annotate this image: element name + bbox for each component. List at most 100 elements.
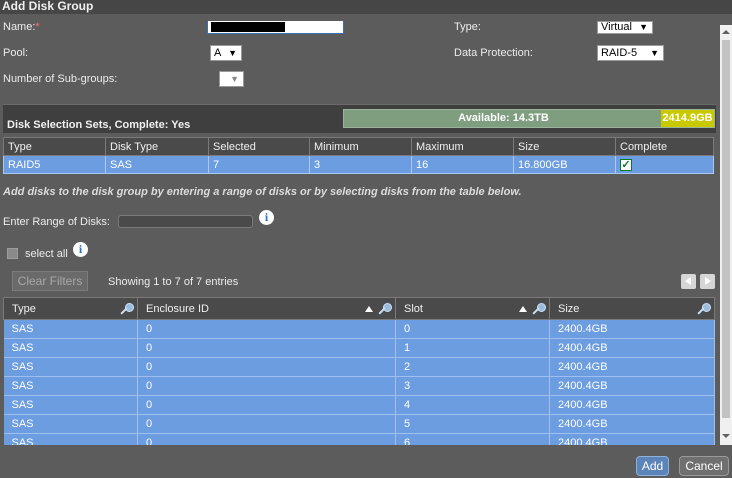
disk-selection-title: Disk Selection Sets, Complete: Yes <box>7 119 191 131</box>
disks-table-container[interactable]: Type Enclosure ID Slot Size SAS 0 0 2400… <box>3 297 715 445</box>
select-all-label: select all <box>25 248 68 260</box>
table-row[interactable]: SAS 0 6 2400.4GB <box>3 433 715 445</box>
column-header[interactable]: Minimum <box>309 137 412 156</box>
cell-size: 2400.4GB <box>549 357 715 377</box>
required-marker: * <box>35 21 40 33</box>
cell-selected: 7 <box>208 155 310 174</box>
cell-complete: ✓ <box>615 155 714 174</box>
table-row[interactable]: SAS 0 0 2400.4GB <box>3 319 715 339</box>
cell-size: 2400.4GB <box>549 395 715 415</box>
cell-size: 2400.4GB <box>549 338 715 358</box>
filter-pin-icon[interactable] <box>377 302 392 316</box>
column-header[interactable]: Size <box>513 137 616 156</box>
cell-type: SAS <box>3 338 138 358</box>
info-icon[interactable]: i <box>259 210 274 225</box>
filter-pin-icon[interactable] <box>696 302 711 316</box>
column-header[interactable]: Selected <box>208 137 310 156</box>
cell-type: RAID5 <box>3 155 106 174</box>
filter-pin-icon[interactable] <box>119 302 134 316</box>
info-icon[interactable]: i <box>73 242 88 257</box>
subgroups-label: Number of Sub-groups: <box>3 73 118 85</box>
cell-size: 2400.4GB <box>549 433 715 445</box>
subgroups-select[interactable]: ▼ <box>219 71 244 87</box>
cell-size: 2400.4GB <box>549 376 715 396</box>
disks-table: Type Enclosure ID Slot Size SAS 0 0 2400… <box>3 297 715 445</box>
table-row[interactable]: RAID5 SAS 7 3 16 16.800GB ✓ <box>3 155 714 174</box>
sort-asc-icon <box>365 306 373 312</box>
cell-enclosure: 0 <box>137 376 396 396</box>
cell-enclosure: 0 <box>137 357 396 377</box>
cell-slot: 3 <box>395 376 550 396</box>
entries-count: Showing 1 to 7 of 7 entries <box>108 276 239 288</box>
filter-pin-icon[interactable] <box>531 302 546 316</box>
available-text: Available: 14.3TB <box>458 112 549 124</box>
range-input[interactable] <box>118 215 253 228</box>
column-header[interactable]: Complete <box>615 137 714 156</box>
pool-label: Pool: <box>3 47 29 59</box>
column-header[interactable]: Enclosure ID <box>137 297 396 320</box>
cell-enclosure: 0 <box>137 395 396 415</box>
cell-enclosure: 0 <box>137 433 396 445</box>
cell-maximum: 16 <box>411 155 514 174</box>
chevron-down-icon: ▼ <box>650 48 659 58</box>
next-page-icon[interactable] <box>700 274 715 289</box>
used-capacity: 2414.9GB <box>661 110 714 127</box>
dialog-title: Add Disk Group <box>0 0 732 14</box>
cell-slot: 6 <box>395 433 550 445</box>
table-row[interactable]: SAS 0 3 2400.4GB <box>3 376 715 396</box>
chevron-down-icon: ▼ <box>639 22 648 32</box>
select-all-checkbox[interactable] <box>7 248 18 259</box>
instruction-text: Add disks to the disk group by entering … <box>3 186 522 198</box>
column-header-label: Size <box>558 302 580 315</box>
add-button[interactable]: Add <box>636 456 669 476</box>
column-header[interactable]: Disk Type <box>105 137 209 156</box>
column-header-label: Enclosure ID <box>146 302 209 315</box>
cell-slot: 1 <box>395 338 550 358</box>
cell-type: SAS <box>3 357 138 377</box>
cell-disk-type: SAS <box>105 155 209 174</box>
cell-slot: 0 <box>395 319 550 339</box>
cell-type: SAS <box>3 414 138 434</box>
cell-size: 2400.4GB <box>549 414 715 434</box>
cell-enclosure: 0 <box>137 338 396 358</box>
data-protection-value: RAID-5 <box>601 47 638 59</box>
disk-selection-header: Disk Selection Sets, Complete: Yes Avail… <box>3 104 716 133</box>
column-header[interactable]: Slot <box>395 297 550 320</box>
disk-selection-table: Type Disk Type Selected Minimum Maximum … <box>3 137 714 174</box>
chevron-down-icon: ▼ <box>228 48 237 58</box>
table-row[interactable]: SAS 0 1 2400.4GB <box>3 338 715 358</box>
range-label: Enter Range of Disks: <box>3 216 110 228</box>
pool-select-value: A <box>214 47 222 59</box>
table-row[interactable]: SAS 0 2 2400.4GB <box>3 357 715 377</box>
name-input[interactable] <box>207 21 344 34</box>
data-protection-select[interactable]: RAID-5 ▼ <box>597 45 664 61</box>
type-select[interactable]: Virtual ▼ <box>597 21 653 34</box>
column-header[interactable]: Size <box>549 297 715 320</box>
column-header-label: Slot <box>404 302 423 315</box>
sort-asc-icon <box>519 306 527 312</box>
clear-filters-button[interactable]: Clear Filters <box>12 271 88 291</box>
table-row[interactable]: SAS 0 5 2400.4GB <box>3 414 715 434</box>
scrollbar-thumb[interactable] <box>722 40 730 418</box>
cell-minimum: 3 <box>309 155 412 174</box>
name-label: Name:* <box>3 21 40 33</box>
column-header[interactable]: Type <box>3 297 138 320</box>
cell-type: SAS <box>3 319 138 339</box>
table-row[interactable]: SAS 0 4 2400.4GB <box>3 395 715 415</box>
column-header[interactable]: Type <box>3 137 106 156</box>
cell-type: SAS <box>3 395 138 415</box>
cell-type: SAS <box>3 376 138 396</box>
cell-type: SAS <box>3 433 138 445</box>
scroll-up-icon[interactable] <box>722 28 730 36</box>
cancel-button[interactable]: Cancel <box>679 456 729 476</box>
previous-page-icon[interactable] <box>681 274 696 289</box>
scroll-down-icon[interactable] <box>722 432 730 440</box>
check-icon: ✓ <box>620 158 632 171</box>
type-label: Type: <box>454 21 481 33</box>
redacted-name <box>211 22 285 32</box>
chevron-down-icon: ▼ <box>230 74 239 84</box>
pool-select[interactable]: A ▼ <box>210 45 242 61</box>
cell-size: 2400.4GB <box>549 319 715 339</box>
column-header[interactable]: Maximum <box>411 137 514 156</box>
cell-enclosure: 0 <box>137 414 396 434</box>
